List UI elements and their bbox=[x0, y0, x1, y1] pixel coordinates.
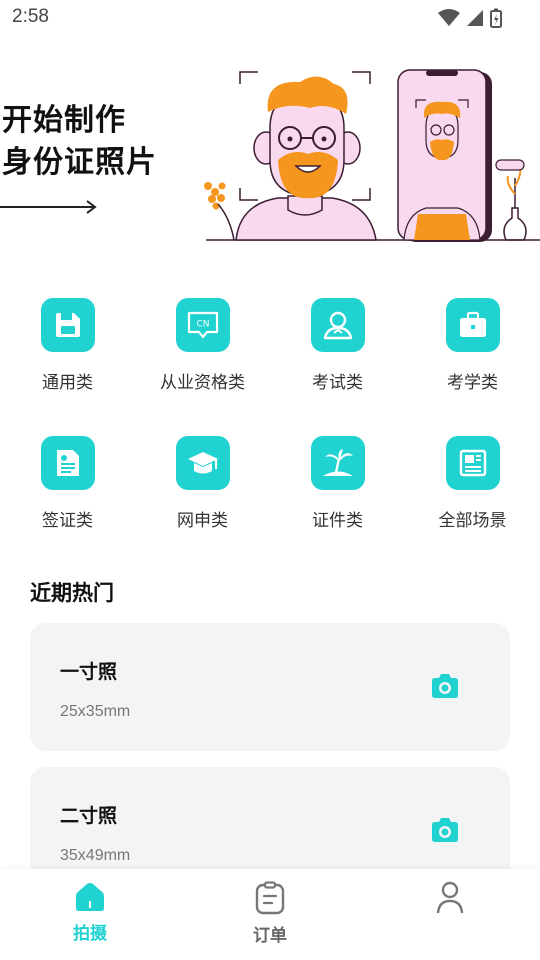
spec-name: 一寸照 bbox=[60, 661, 118, 683]
signal-icon bbox=[467, 10, 483, 26]
tab-label: 拍摄 bbox=[73, 924, 107, 944]
category-label: 签证类 bbox=[42, 511, 93, 531]
category-tile[interactable]: CN bbox=[175, 298, 230, 352]
profile-icon bbox=[436, 881, 464, 914]
category-tile[interactable] bbox=[445, 298, 500, 352]
man-figure bbox=[235, 76, 377, 241]
camera-icon[interactable] bbox=[430, 817, 460, 843]
recent-section-title: 近期热门 bbox=[30, 581, 114, 605]
category-visa[interactable]: 签证类 bbox=[0, 436, 135, 531]
category-label: 考试类 bbox=[312, 373, 363, 393]
tab-label: 订单 bbox=[253, 926, 287, 946]
category-label: 考学类 bbox=[447, 373, 498, 393]
category-online[interactable]: 网申类 bbox=[135, 436, 270, 531]
hero-banner[interactable]: 开始制作 身份证照片 bbox=[0, 60, 540, 250]
hero-title: 开始制作 身份证照片 bbox=[2, 100, 157, 184]
tab-profile[interactable] bbox=[390, 881, 510, 921]
category-label: 通用类 bbox=[42, 373, 93, 393]
status-time: 2:58 bbox=[12, 6, 49, 27]
spec-name: 二寸照 bbox=[60, 805, 118, 827]
hero-illustration bbox=[204, 69, 540, 242]
spec-size: 35x49mm bbox=[60, 847, 131, 864]
category-qualification[interactable]: CN 从业资格类 bbox=[135, 298, 270, 393]
camera-icon[interactable] bbox=[430, 673, 460, 699]
vase-decor bbox=[495, 159, 527, 241]
briefcase-icon bbox=[459, 311, 486, 337]
category-tile[interactable] bbox=[40, 436, 95, 490]
category-school[interactable]: 考学类 bbox=[405, 298, 540, 393]
battery-icon bbox=[490, 8, 502, 28]
clipboard-icon bbox=[255, 881, 285, 915]
tab-shoot[interactable]: 拍摄 bbox=[30, 881, 150, 944]
graduation-cap-icon bbox=[187, 452, 218, 474]
category-label: 全部场景 bbox=[438, 511, 507, 531]
phone-illustration bbox=[397, 69, 492, 242]
layout-grid-icon bbox=[459, 449, 486, 477]
cn-badge-text: CN bbox=[196, 320, 209, 330]
berries-decor bbox=[204, 182, 235, 241]
category-all[interactable]: 全部场景 bbox=[405, 436, 540, 531]
floppy-disk-icon bbox=[55, 313, 80, 337]
category-label: 证件类 bbox=[312, 511, 363, 531]
category-tile[interactable] bbox=[40, 298, 95, 352]
cn-chat-icon: CN bbox=[187, 311, 218, 339]
tab-orders[interactable]: 订单 bbox=[210, 881, 330, 946]
hero-title-line2: 身份证照片 bbox=[2, 145, 157, 180]
document-icon bbox=[56, 450, 79, 476]
person-icon bbox=[323, 311, 352, 340]
category-tile[interactable] bbox=[445, 436, 500, 490]
status-icons bbox=[438, 8, 502, 28]
category-tile[interactable] bbox=[310, 436, 365, 490]
category-exam[interactable]: 考试类 bbox=[270, 298, 405, 393]
category-general[interactable]: 通用类 bbox=[0, 298, 135, 393]
category-label: 网申类 bbox=[177, 511, 228, 531]
home-icon bbox=[76, 883, 104, 911]
category-tile[interactable] bbox=[310, 298, 365, 352]
bottom-tab-bar: 拍摄 订单 bbox=[0, 869, 540, 960]
wifi-icon bbox=[438, 9, 460, 26]
spec-size: 25x35mm bbox=[60, 703, 131, 720]
category-label: 从业资格类 bbox=[160, 373, 245, 393]
photo-spec-card[interactable]: 一寸照 25x35mm bbox=[30, 623, 510, 751]
category-certificate[interactable]: 证件类 bbox=[270, 436, 405, 531]
status-bar: 2:58 bbox=[0, 0, 540, 36]
category-tile[interactable] bbox=[175, 436, 230, 490]
hero-title-line1: 开始制作 bbox=[2, 103, 126, 138]
arrow-right-icon bbox=[0, 200, 97, 214]
palm-island-icon bbox=[322, 449, 353, 476]
